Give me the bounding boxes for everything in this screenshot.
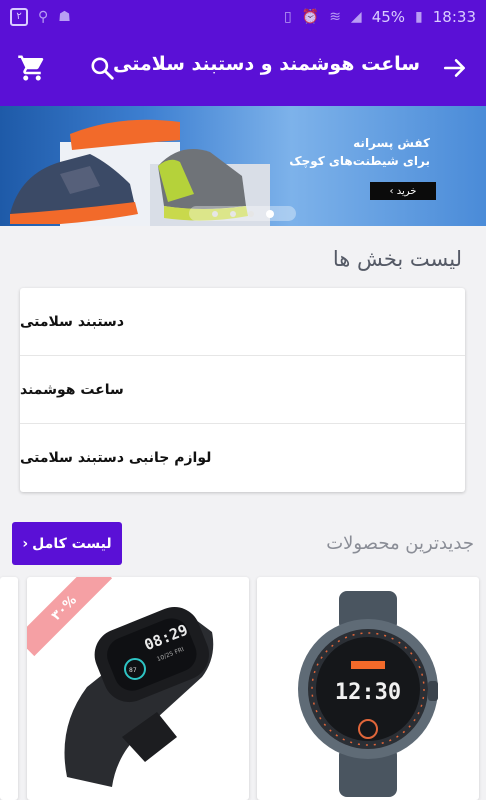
page-title: ساعت هوشمند و دستبند سلامتی — [113, 53, 420, 75]
cart-icon — [18, 55, 44, 81]
carousel-dot[interactable] — [211, 210, 218, 217]
product-card[interactable]: 12:30 — [257, 577, 479, 800]
battery-icon: ▮ — [415, 8, 423, 25]
search-icon — [91, 57, 114, 80]
alarm-icon: ⏰ — [301, 8, 320, 25]
status-bar: ٢ ⚲ ☗ ▯ ⏰ ≋ ◢ 45% ▮ 18:33 — [0, 0, 486, 33]
back-button[interactable] — [439, 52, 471, 84]
band-bpm: 87 — [129, 667, 137, 674]
newest-products-title: جدیدترین محصولات — [326, 533, 474, 554]
signal-icon: ◢ — [350, 8, 362, 25]
section-item-band-accessories[interactable]: لوازم جانبی دستبند سلامتی — [20, 424, 465, 492]
sections-title: لیست بخش ها — [332, 247, 462, 271]
banner-line-1: کفش پسرانه — [353, 136, 430, 150]
full-list-button[interactable]: لیست کامل ‹ — [12, 522, 122, 565]
product-card-partial[interactable] — [0, 577, 18, 800]
usb-icon: ⚲ — [38, 8, 49, 25]
arrow-right-icon — [443, 59, 465, 77]
chevron-left-icon: ‹ — [22, 535, 29, 552]
app-bar: ساعت هوشمند و دستبند سلامتی — [0, 33, 486, 106]
android-icon: ☗ — [58, 8, 71, 25]
carousel-dot[interactable] — [247, 210, 254, 217]
sections-list: دستبند سلامتی ساعت هوشمند لوازم جانبی دس… — [20, 288, 465, 492]
carousel-dot[interactable] — [229, 210, 236, 217]
watch-time: 12:30 — [335, 680, 401, 705]
status-left-icons: ٢ ⚲ ☗ — [10, 7, 71, 26]
sim-icon: ٢ — [10, 7, 28, 26]
banner-text: کفش پسرانه برای شیطنت‌های کوچک — [289, 136, 430, 168]
fitness-band-image: 08:29 10/25 FRI 87 — [64, 607, 214, 787]
smart-watch-image: 12:30 — [298, 591, 438, 797]
section-item-health-band[interactable]: دستبند سلامتی — [20, 288, 465, 356]
status-time: 18:33 — [432, 7, 476, 26]
banner-line-2: برای شیطنت‌های کوچک — [289, 154, 430, 168]
banner-buy-button[interactable]: خرید › — [370, 182, 436, 200]
full-list-label: لیست کامل — [32, 535, 112, 552]
carousel-dot-active[interactable] — [265, 209, 274, 218]
product-card[interactable]: ٣٠% 08:29 10/25 FRI 87 — [27, 577, 249, 800]
vibrate-icon: ▯ — [284, 8, 292, 25]
wifi-icon: ≋ — [329, 8, 341, 25]
section-item-smart-watch[interactable]: ساعت هوشمند — [20, 356, 465, 424]
status-right-icons: ▯ ⏰ ≋ ◢ 45% ▮ 18:33 — [284, 8, 476, 26]
carousel-indicator — [189, 206, 296, 221]
cart-button[interactable] — [16, 52, 48, 84]
battery-percent: 45% — [371, 7, 406, 26]
